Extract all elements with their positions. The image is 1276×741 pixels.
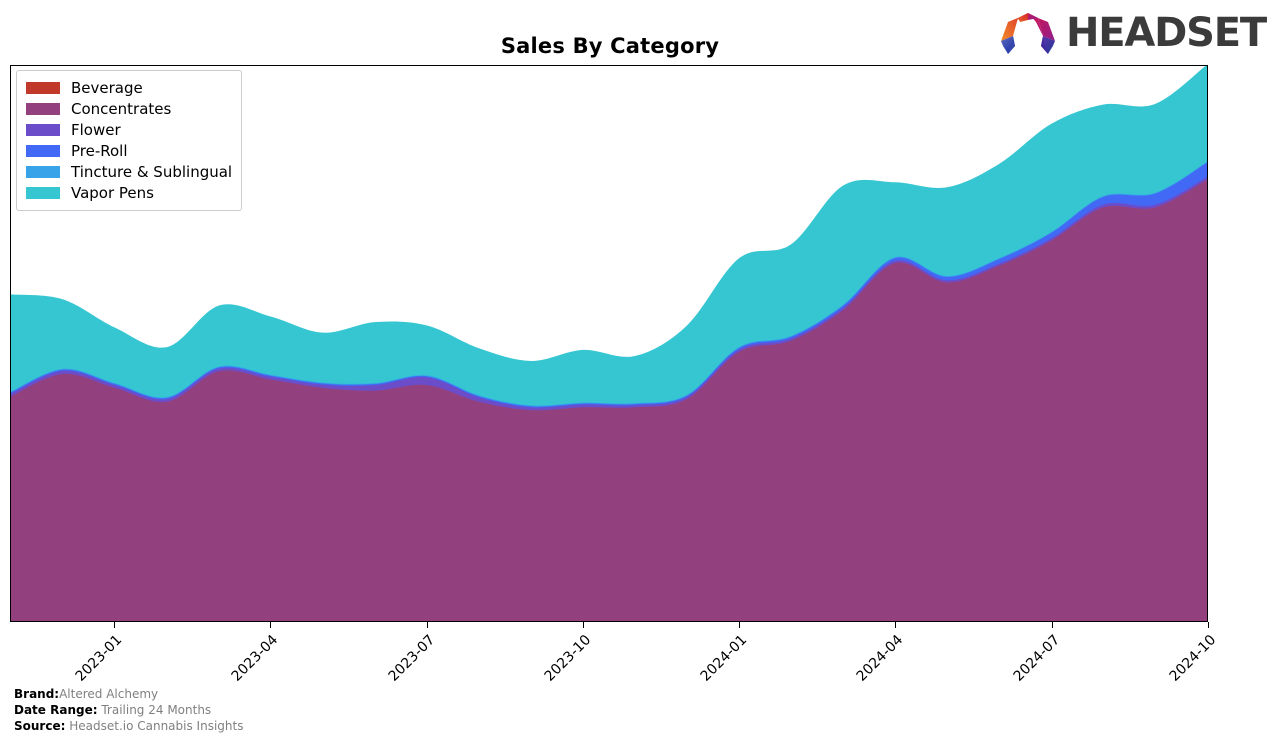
headset-logo: HEADSET — [998, 10, 1267, 56]
legend-color-swatch — [26, 186, 60, 199]
x-axis-tick-label: 2023-07 — [385, 632, 439, 685]
x-axis-tick-label: 2024-07 — [1010, 632, 1064, 685]
x-axis-tick-mark — [426, 622, 428, 628]
footer-label: Brand: — [14, 687, 60, 701]
legend-color-swatch — [26, 165, 60, 178]
legend-item[interactable]: Vapor Pens — [26, 182, 232, 203]
footer-row: Date Range: Trailing 24 Months — [14, 702, 243, 718]
legend-color-swatch — [26, 81, 60, 94]
legend-color-swatch — [26, 144, 60, 157]
x-axis-tick-mark — [739, 622, 741, 628]
legend-item-label: Tincture & Sublingual — [71, 162, 233, 181]
footer-label: Source: — [14, 719, 66, 733]
headset-arch-icon — [1001, 13, 1056, 54]
legend-item-label: Beverage — [71, 78, 143, 97]
legend-item-label: Pre-Roll — [71, 141, 128, 160]
logo-wordmark: HEADSET — [1066, 10, 1267, 56]
x-axis-tick-label: 2023-01 — [72, 632, 126, 685]
x-axis-tick-mark — [1208, 622, 1209, 628]
legend-item-label: Vapor Pens — [71, 183, 154, 202]
chart-page: Sales By Category HEADSET Beverage Conce… — [0, 0, 1276, 741]
x-axis-tick-label: 2024-01 — [697, 632, 751, 685]
x-axis-tick-label: 2024-04 — [854, 632, 907, 685]
x-axis-tick-mark — [895, 622, 897, 628]
x-axis-tick-label: 2023-04 — [229, 632, 282, 685]
footer-value: Trailing 24 Months — [97, 703, 212, 717]
x-axis-tick-label: 2023-10 — [541, 632, 595, 685]
x-axis-tick-mark — [582, 622, 584, 628]
legend-item-label: Flower — [71, 120, 121, 139]
chart-footer: Brand:Altered Alchemy Date Range: Trailin… — [14, 686, 243, 734]
chart-legend: Beverage Concentrates Flower Pre-Roll Tinctu… — [16, 70, 243, 211]
footer-label: Date Range: — [14, 703, 98, 717]
legend-item[interactable]: Flower — [26, 119, 232, 140]
x-axis-tick-mark — [114, 622, 116, 628]
x-axis-tick-label: 2024-10 — [1166, 632, 1220, 685]
footer-value: Altered Alchemy — [59, 687, 159, 701]
legend-item[interactable]: Concentrates — [26, 98, 232, 119]
legend-color-swatch — [26, 123, 60, 136]
legend-color-swatch — [26, 102, 60, 115]
footer-row: Source: Headset.io Cannabis Insights — [14, 718, 243, 734]
footer-value: Headset.io Cannabis Insights — [65, 719, 244, 733]
legend-item[interactable]: Pre-Roll — [26, 140, 232, 161]
x-axis-tick-mark — [1051, 622, 1053, 628]
legend-item[interactable]: Beverage — [26, 77, 232, 98]
legend-item[interactable]: Tincture & Sublingual — [26, 161, 232, 182]
footer-row: Brand:Altered Alchemy — [14, 686, 243, 702]
x-axis-tick-mark — [270, 622, 272, 628]
x-axis: 2023-01 2023-04 2023-07 2023-10 2024-01 2024-… — [10, 622, 1219, 685]
legend-item-label: Concentrates — [71, 99, 172, 118]
